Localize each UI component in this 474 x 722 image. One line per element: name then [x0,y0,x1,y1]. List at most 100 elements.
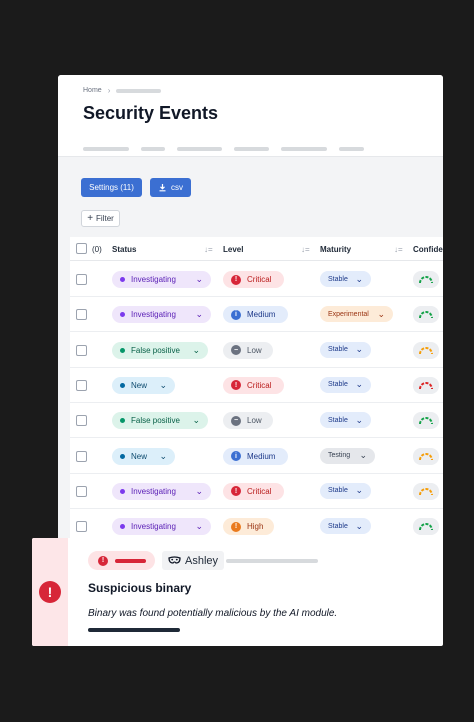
sort-icon[interactable]: ↓= [394,245,403,254]
tab-placeholder-5[interactable] [281,147,327,151]
table-header: (0) Status ↓= Level ↓= Maturity ↓= Confi… [70,237,443,261]
status-dropdown[interactable]: False positive ⌄ [112,412,208,430]
maturity-dropdown[interactable]: Stable ⌄ [320,482,371,499]
maturity-dropdown[interactable]: Stable ⌄ [320,518,371,535]
level-badge: − Low [223,341,273,359]
selected-count: (0) [92,245,102,254]
sort-icon[interactable]: ↓= [204,245,213,254]
chevron-down-icon: ⌄ [355,414,363,425]
gauge-icon [419,452,433,460]
chevron-down-icon: ⌄ [355,273,363,284]
row-checkbox[interactable] [76,450,87,462]
security-events-panel: Home › Security Events Settings (11) csv… [58,75,443,585]
status-dropdown[interactable]: False positive ⌄ [112,341,208,359]
level-icon: ! [231,380,241,391]
maturity-dropdown[interactable]: Stable ⌄ [320,271,371,287]
status-label: Investigating [131,522,176,532]
breadcrumb-home[interactable]: Home [83,87,102,94]
table-row[interactable]: New ⌄ i Medium Testing ⌄ [70,439,443,474]
maturity-dropdown[interactable]: Testing ⌄ [320,447,375,464]
maturity-dropdown[interactable]: Stable ⌄ [320,376,371,393]
maturity-label: Stable [328,487,348,495]
row-checkbox[interactable] [76,379,87,391]
column-header-status[interactable]: Status [112,245,136,254]
gauge-icon [419,417,433,425]
row-checkbox[interactable] [76,521,87,533]
page-title: Security Events [83,103,219,123]
table-row[interactable]: New ⌄! Critical Stable ⌄ [70,368,443,403]
row-checkbox[interactable] [76,415,87,427]
level-icon: ! [231,486,241,497]
critical-badge: ! [88,551,155,570]
csv-export-button[interactable]: csv [150,178,191,197]
level-badge: i Medium [223,306,288,324]
confidence-gauge [413,341,439,359]
tab-placeholder-1[interactable] [83,147,129,151]
critical-badge-placeholder [115,558,146,563]
status-dropdown[interactable]: Investigating ⌄ [112,306,211,324]
level-label: Low [247,345,262,355]
tab-bar [83,147,364,151]
breadcrumb-placeholder [116,88,162,93]
alert-icon: ! [39,581,61,603]
confidence-gauge [413,518,439,536]
status-dot-icon [120,382,125,388]
download-icon [159,184,166,192]
status-dot-icon [120,347,125,353]
chevron-down-icon: ⌄ [195,521,203,532]
table-row[interactable]: False positive ⌄ − Low Stable ⌄ [70,403,443,439]
table-row[interactable]: Investigating ⌄ i Medium Experimental ⌄ [70,297,443,333]
level-label: Medium [247,451,276,461]
chevron-down-icon: ⌄ [355,520,363,531]
select-all-checkbox[interactable] [76,243,87,254]
user-chip: Ashley [162,551,225,570]
level-icon: i [231,309,241,320]
status-dropdown[interactable]: Investigating ⌄ [112,271,211,288]
level-icon: i [231,451,241,461]
row-checkbox[interactable] [76,274,87,285]
gauge-icon [419,523,433,531]
table-row[interactable]: False positive ⌄ − Low Stable ⌄ [70,333,443,368]
status-dropdown[interactable]: New ⌄ [112,447,175,465]
status-dot-icon [120,488,125,494]
tab-placeholder-2[interactable] [141,147,165,151]
maturity-label: Testing [328,452,351,459]
maturity-label: Experimental [328,310,369,318]
table-row[interactable]: Investigating ⌄! Critical Stable ⌄ [70,262,443,297]
chevron-down-icon: ⌄ [159,379,167,390]
status-label: New [131,451,148,461]
table-row[interactable]: Investigating ⌄! Critical Stable ⌄ [70,474,443,509]
row-checkbox[interactable] [76,309,87,321]
status-dropdown[interactable]: Investigating ⌄ [112,518,211,536]
maturity-dropdown[interactable]: Experimental ⌄ [320,306,393,323]
status-dropdown[interactable]: New ⌄ [112,376,175,394]
column-header-level[interactable]: Level [223,245,243,254]
column-header-maturity[interactable]: Maturity [320,245,351,254]
settings-button[interactable]: Settings (11) [81,178,142,197]
sort-icon[interactable]: ↓= [301,245,310,254]
level-label: Critical [247,275,272,284]
chevron-down-icon: ⌄ [195,309,203,320]
tab-placeholder-4[interactable] [234,147,269,151]
tab-placeholder-6[interactable] [339,147,364,151]
status-label: Investigating [131,275,176,284]
row-checkbox[interactable] [76,485,87,497]
plus-icon: + [87,213,94,224]
user-name: Ashley [185,554,219,567]
confidence-gauge [413,412,439,430]
settings-button-label: Settings (11) [89,183,134,192]
maturity-dropdown[interactable]: Stable ⌄ [320,412,371,429]
column-header-confidence[interactable]: Confiden [413,245,443,254]
alert-notification[interactable]: ! ! Ashley Suspicious binary Binary was … [32,538,443,646]
filter-button[interactable]: + Filter [81,210,120,227]
alert-description: Binary was found potentially malicious b… [88,608,338,619]
maturity-dropdown[interactable]: Stable ⌄ [320,341,371,358]
level-label: Critical [247,380,272,390]
row-checkbox[interactable] [76,344,87,356]
tab-placeholder-3[interactable] [177,147,222,151]
level-badge: i Medium [223,447,288,465]
chevron-down-icon: ⌄ [355,379,363,390]
status-dropdown[interactable]: Investigating ⌄ [112,482,211,500]
chevron-down-icon: ⌄ [192,344,200,355]
status-dot-icon [120,312,125,318]
